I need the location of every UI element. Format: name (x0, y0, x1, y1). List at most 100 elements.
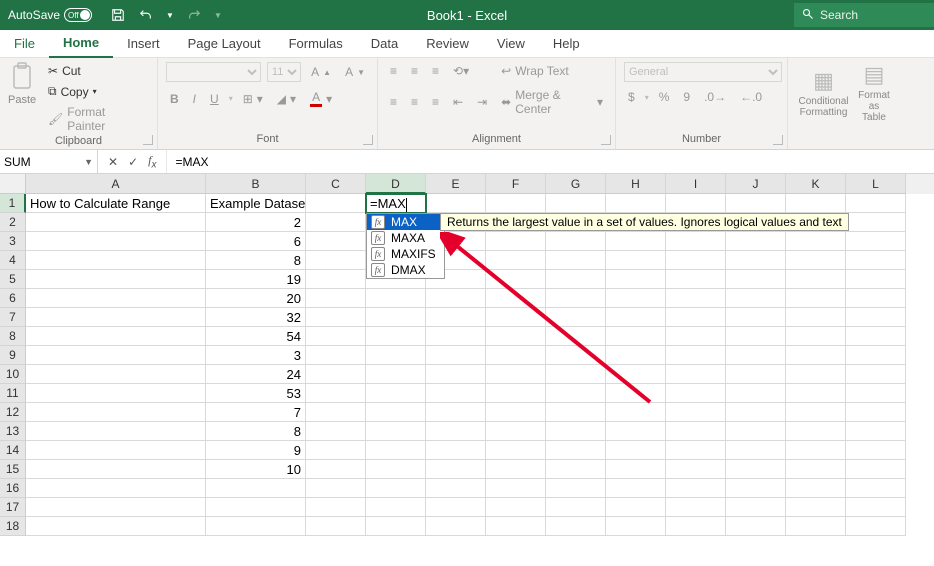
tab-data[interactable]: Data (357, 30, 412, 57)
col-header-b[interactable]: B (206, 174, 306, 194)
cell-f12[interactable] (486, 403, 546, 422)
cell-i4[interactable] (666, 251, 726, 270)
spreadsheet-grid[interactable]: A B C D E F G H I J K L 1How to Calculat… (0, 174, 934, 536)
cut-button[interactable]: ✂Cut (44, 62, 149, 80)
cell-h3[interactable] (606, 232, 666, 251)
cell-j4[interactable] (726, 251, 786, 270)
cell-d15[interactable] (366, 460, 426, 479)
cell-e1[interactable] (426, 194, 486, 213)
cell-d12[interactable] (366, 403, 426, 422)
cell-k12[interactable] (786, 403, 846, 422)
cell-a17[interactable] (26, 498, 206, 517)
cell-g5[interactable] (546, 270, 606, 289)
formula-autocomplete[interactable]: fxMAX fxMAXA fxMAXIFS fxDMAX (366, 213, 445, 279)
cell-j12[interactable] (726, 403, 786, 422)
row-header[interactable]: 6 (0, 289, 26, 308)
cell-k3[interactable] (786, 232, 846, 251)
save-icon[interactable] (110, 7, 126, 23)
increase-decimal-button[interactable]: .0→ (700, 88, 730, 106)
dialog-launcher-icon[interactable] (363, 135, 373, 145)
cell-l3[interactable] (846, 232, 906, 251)
cell-c12[interactable] (306, 403, 366, 422)
col-header-k[interactable]: K (786, 174, 846, 194)
cell-f15[interactable] (486, 460, 546, 479)
chevron-down-icon[interactable]: ▼ (166, 11, 174, 20)
row-header[interactable]: 15 (0, 460, 26, 479)
cell-l8[interactable] (846, 327, 906, 346)
cell-i12[interactable] (666, 403, 726, 422)
cell-l18[interactable] (846, 517, 906, 536)
cell-c2[interactable] (306, 213, 366, 232)
row-header[interactable]: 9 (0, 346, 26, 365)
row-header[interactable]: 1 (0, 194, 26, 213)
cell-j17[interactable] (726, 498, 786, 517)
cell-b11[interactable]: 53 (206, 384, 306, 403)
cell-l2[interactable] (846, 213, 906, 232)
decrease-decimal-button[interactable]: ←.0 (736, 88, 766, 106)
cell-e8[interactable] (426, 327, 486, 346)
col-header-c[interactable]: C (306, 174, 366, 194)
align-bottom-button[interactable]: ≡ (428, 62, 443, 80)
cell-k18[interactable] (786, 517, 846, 536)
cell-l17[interactable] (846, 498, 906, 517)
cell-f7[interactable] (486, 308, 546, 327)
cell-j18[interactable] (726, 517, 786, 536)
cell-a13[interactable] (26, 422, 206, 441)
search-box[interactable] (794, 3, 934, 27)
align-left-button[interactable]: ≡ (386, 93, 401, 111)
cell-b10[interactable]: 24 (206, 365, 306, 384)
cell-b9[interactable]: 3 (206, 346, 306, 365)
cell-j5[interactable] (726, 270, 786, 289)
row-header[interactable]: 18 (0, 517, 26, 536)
cell-h8[interactable] (606, 327, 666, 346)
col-header-f[interactable]: F (486, 174, 546, 194)
cell-i3[interactable] (666, 232, 726, 251)
cell-i1[interactable] (666, 194, 726, 213)
cell-c9[interactable] (306, 346, 366, 365)
cell-c4[interactable] (306, 251, 366, 270)
cell-e7[interactable] (426, 308, 486, 327)
autocomplete-item-dmax[interactable]: fxDMAX (367, 262, 444, 278)
cell-k9[interactable] (786, 346, 846, 365)
cell-b18[interactable] (206, 517, 306, 536)
cell-i8[interactable] (666, 327, 726, 346)
cell-a18[interactable] (26, 517, 206, 536)
cell-i16[interactable] (666, 479, 726, 498)
paste-button[interactable]: Paste (8, 62, 38, 106)
cell-k14[interactable] (786, 441, 846, 460)
row-header[interactable]: 3 (0, 232, 26, 251)
wrap-text-button[interactable]: ↩Wrap Text (497, 62, 573, 80)
cell-h17[interactable] (606, 498, 666, 517)
cell-h16[interactable] (606, 479, 666, 498)
col-header-i[interactable]: I (666, 174, 726, 194)
cell-h4[interactable] (606, 251, 666, 270)
formula-input[interactable]: =MAX (167, 150, 934, 173)
cell-c5[interactable] (306, 270, 366, 289)
insert-function-button[interactable]: fx (148, 153, 156, 170)
cell-e11[interactable] (426, 384, 486, 403)
cell-l5[interactable] (846, 270, 906, 289)
cell-h15[interactable] (606, 460, 666, 479)
cell-k15[interactable] (786, 460, 846, 479)
increase-indent-button[interactable]: ⇥ (473, 93, 491, 111)
col-header-g[interactable]: G (546, 174, 606, 194)
cell-j16[interactable] (726, 479, 786, 498)
cell-g18[interactable] (546, 517, 606, 536)
cell-c10[interactable] (306, 365, 366, 384)
cell-d13[interactable] (366, 422, 426, 441)
cell-a15[interactable] (26, 460, 206, 479)
decrease-indent-button[interactable]: ⇤ (449, 93, 467, 111)
align-top-button[interactable]: ≡ (386, 62, 401, 80)
row-header[interactable]: 13 (0, 422, 26, 441)
cell-l9[interactable] (846, 346, 906, 365)
fill-color-button[interactable]: ◢▾ (273, 90, 300, 108)
tab-file[interactable]: File (0, 30, 49, 57)
cell-k5[interactable] (786, 270, 846, 289)
cell-e9[interactable] (426, 346, 486, 365)
cell-c8[interactable] (306, 327, 366, 346)
conditional-formatting-button[interactable]: ▦ Conditional Formatting (796, 68, 851, 118)
cell-f9[interactable] (486, 346, 546, 365)
cell-h7[interactable] (606, 308, 666, 327)
col-header-j[interactable]: J (726, 174, 786, 194)
cell-k13[interactable] (786, 422, 846, 441)
